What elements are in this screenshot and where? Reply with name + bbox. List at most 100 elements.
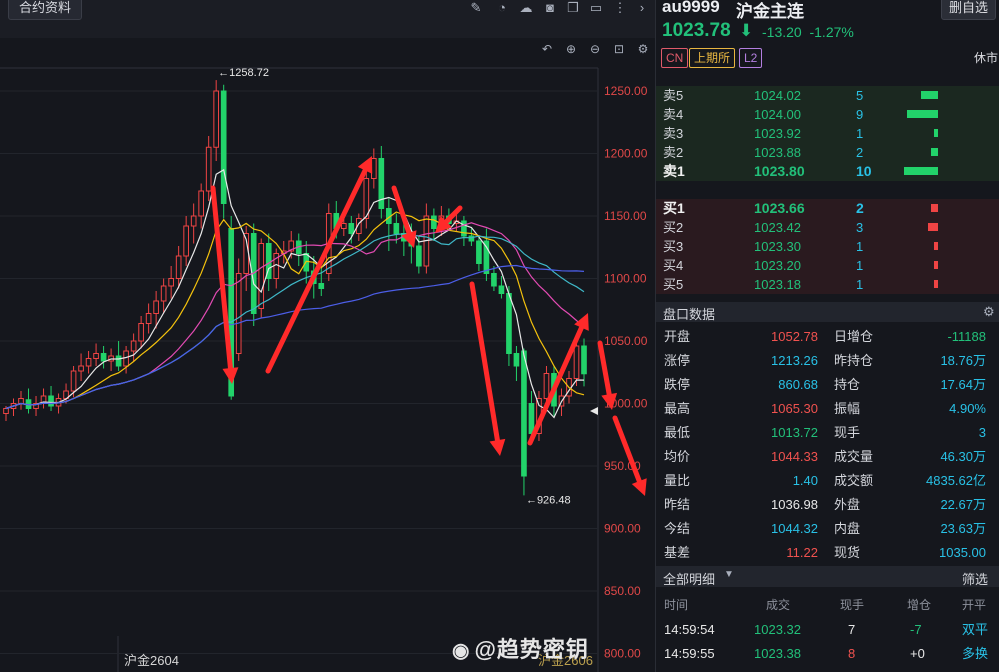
stat-label: 外盘 [834,497,861,512]
trade-time: 14:59:54 [664,622,715,637]
stat-value: 860.68 [778,377,818,392]
stats-row: 跌停 860.68 持仓 17.64万 [656,373,999,396]
symbol-code: au9999 [662,0,720,16]
bid-row[interactable]: 买5 1023.18 1 [656,275,999,294]
stat-label: 持仓 [834,377,861,392]
ask-row[interactable]: 卖3 1023.92 1 [656,124,999,143]
price-tick-label: 1150.00 [604,209,647,223]
candle-down [528,403,535,434]
bid-row[interactable]: 买2 1023.42 3 [656,218,999,237]
bid-row[interactable]: 买1 1023.66 2 [656,199,999,218]
price-tick-label: 1200.00 [604,147,648,161]
trade-volume: 7 [848,622,856,637]
candle-down [318,283,325,289]
trade-detail-header: 全部明细 ▼ 筛选 [656,566,999,587]
candle-down [378,158,385,209]
stat-label: 现手 [834,425,861,440]
camera-icon[interactable]: ◙ [542,0,558,16]
trade-row: 14:59:54 1023.32 7 -7 双平 [656,618,999,642]
stats-row: 量比 1.40 成交额 4835.62亿 [656,469,999,492]
ask-volume: 10 [856,163,872,179]
chart-toolbar: 合约资料 ✎ ◔ ☁ ◙ ❐ ▭ ⋮ › [0,0,655,39]
bid-volume: 3 [856,220,864,235]
candle-down [498,285,505,294]
weibo-logo-icon: ◉ [452,640,471,662]
contract-label: 沪金2604 [124,653,179,668]
price-tick-label: 800.00 [604,647,641,661]
stats-header: 盘口数据 ⚙ [656,302,999,322]
trade-price: 1023.32 [754,622,801,637]
ask-volume-bar [907,110,938,118]
stat-value: 1.40 [792,473,818,488]
col-open-close: 开平 [962,598,987,612]
stats-row: 涨停 1213.26 昨持仓 18.76万 [656,349,999,372]
copy-icon[interactable]: ❐ [565,0,581,16]
plot-background [0,68,598,672]
collapse-panel-icon[interactable]: › [634,0,650,16]
last-price: 1023.78 [662,20,731,41]
candle-down [513,353,520,367]
bid-row[interactable]: 买4 1023.20 1 [656,256,999,275]
bid-price: 1023.66 [754,200,805,216]
monitor-icon[interactable]: ▭ [588,0,604,16]
stat-value: 1035.00 [939,545,986,560]
candlestick-chart[interactable]: 1250.001200.001150.001100.001050.001000.… [0,38,655,672]
trade-time: 14:59:55 [664,646,715,661]
stat-value: 1065.30 [771,401,818,416]
bid-level-label: 买5 [663,277,684,292]
market-status: 休市 [974,51,999,65]
expand-icon[interactable]: ⋮ [612,0,628,16]
stat-value: 22.67万 [940,497,986,512]
ask-level-label: 卖4 [663,107,684,122]
down-arrow-icon: ⬇ [739,21,754,40]
ask-row[interactable]: 卖1 1023.80 10 [656,162,999,181]
bid-level-label: 买3 [663,239,684,254]
remove-watchlist-button[interactable]: 删自选 [941,0,996,20]
candle-down [348,223,355,234]
bid-row[interactable]: 买3 1023.30 1 [656,237,999,256]
market-badge: CN [661,48,689,68]
cloud-icon[interactable]: ☁ [518,0,534,16]
detail-title[interactable]: 全部明细 [663,569,715,588]
stat-value: 18.76万 [940,353,986,368]
ask-row[interactable]: 卖4 1024.00 9 [656,105,999,124]
stat-value: 1044.33 [771,449,818,464]
col-time: 时间 [664,598,689,612]
stat-label: 均价 [664,449,691,464]
ask-volume: 9 [856,107,864,122]
stat-value: 17.64万 [940,377,986,392]
chevron-down-icon[interactable]: ▼ [724,569,734,580]
filter-button[interactable]: 筛选 [962,569,988,588]
ask-row[interactable]: 卖5 1024.02 5 [656,86,999,105]
candle-down [521,350,527,477]
candle-up [198,190,204,217]
draw-pen-icon[interactable]: ✎ [468,0,484,16]
col-volume: 现手 [840,598,865,612]
watermark-text: @趋势密钥 [474,637,589,662]
ask-level-label: 卖2 [663,145,684,160]
stats-row: 均价 1044.33 成交量 46.30万 [656,445,999,468]
bid-volume: 1 [856,239,864,254]
stat-value: 4.90% [949,401,986,416]
bid-price: 1023.20 [754,258,801,273]
candle-up [573,345,580,379]
stat-label: 量比 [664,473,691,488]
kline-chart-area[interactable]: ↶ ⊕ ⊖ ⊡ ⚙ 1250.00 1200.00 1150.00 1100.00 10… [0,38,655,672]
gear-icon[interactable]: ⚙ [983,304,995,320]
stat-label: 最低 [664,425,691,440]
trade-type: 多换 [962,646,989,661]
ask-row[interactable]: 卖2 1023.88 2 [656,143,999,162]
contract-info-tab[interactable]: 合约资料 [8,0,83,20]
stat-label: 最高 [664,401,691,416]
bell-icon[interactable]: ◔ [494,0,510,16]
ask-price: 1023.92 [754,126,801,141]
candle-up [235,273,242,354]
stat-label: 基差 [664,545,691,560]
candle-up [213,90,220,148]
stat-value: -11188 [947,329,986,344]
stat-label: 今结 [664,521,691,536]
candle-up [3,408,9,414]
candle-up [340,223,347,229]
candle-up [153,300,159,314]
price-tick-label: 900.00 [604,522,641,536]
